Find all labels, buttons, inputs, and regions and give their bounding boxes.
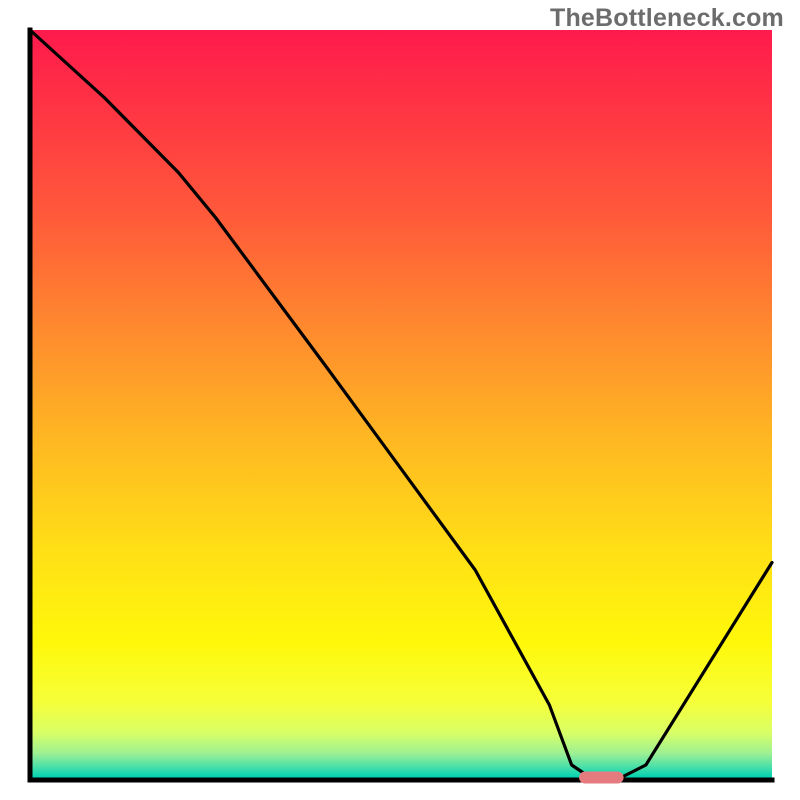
bottleneck-chart (0, 0, 800, 800)
chart-container: TheBottleneck.com (0, 0, 800, 800)
plot-background (33, 30, 773, 778)
recommendation-marker (579, 772, 624, 784)
